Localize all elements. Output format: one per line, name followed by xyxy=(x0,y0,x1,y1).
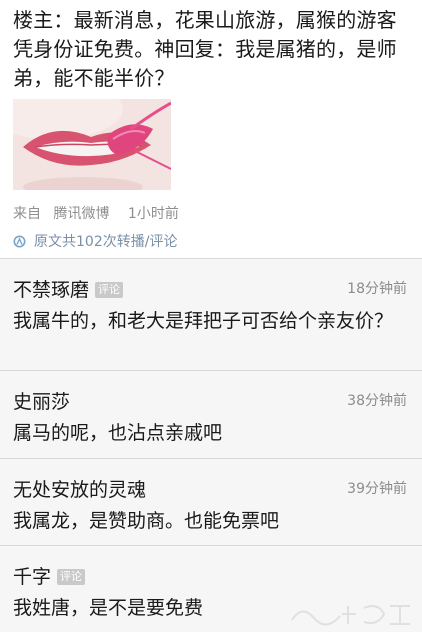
comment-author-name[interactable]: 不禁琢磨 xyxy=(13,279,89,301)
post-card: 楼主：最新消息，花果山旅游，属猴的游客凭身份证免费。神回复：我是属猪的，是师弟，… xyxy=(0,0,422,258)
post-image[interactable] xyxy=(13,99,171,190)
comment-author[interactable]: 史丽莎 xyxy=(13,387,70,414)
post-meta: 来自 腾讯微博 1小时前 xyxy=(13,203,179,223)
comment-author-name[interactable]: 千字 xyxy=(13,566,51,588)
comment-time: 38分钟前 xyxy=(347,393,407,409)
repost-link[interactable]: 原文共102次转播/评论 xyxy=(13,231,177,251)
from-app-link[interactable]: 腾讯微博 xyxy=(53,206,109,222)
comment-author-name[interactable]: 史丽莎 xyxy=(13,391,70,413)
comment-tag-badge: 评论 xyxy=(95,282,124,298)
comment-text: 属马的呢，也沾点亲戚吧 xyxy=(13,422,223,444)
comment-text: 我属龙，是赞助商。也能免票吧 xyxy=(13,510,280,532)
comment-item[interactable]: 史丽莎 38分钟前 属马的呢，也沾点亲戚吧 xyxy=(0,371,422,459)
comment-tag-badge: 评论 xyxy=(57,569,86,585)
comment-time: 39分钟前 xyxy=(347,481,407,497)
comment-item[interactable]: 不禁琢磨 评论 18分钟前 我属牛的，和老大是拜把子可否给个亲友价？ xyxy=(0,259,422,371)
comment-author[interactable]: 不禁琢磨 评论 xyxy=(13,275,124,302)
comment-author[interactable]: 无处安放的灵魂 xyxy=(13,475,146,502)
comment-item[interactable]: 无处安放的灵魂 39分钟前 我属龙，是赞助商。也能免票吧 xyxy=(0,459,422,546)
comment-author-name[interactable]: 无处安放的灵魂 xyxy=(13,479,146,501)
comment-text: 我属牛的，和老大是拜把子可否给个亲友价？ xyxy=(13,310,394,332)
comment-author[interactable]: 千字 评论 xyxy=(13,562,86,589)
repost-text: 原文共102次转播/评论 xyxy=(34,234,178,250)
post-time: 1小时前 xyxy=(127,206,179,222)
weibo-logo-icon xyxy=(13,235,26,247)
from-label: 来自 xyxy=(13,206,41,222)
comment-time: 18分钟前 xyxy=(347,281,407,297)
lips-photo xyxy=(13,99,171,190)
post-text: 楼主：最新消息，花果山旅游，属猴的游客凭身份证免费。神回复：我是属猪的，是师弟，… xyxy=(13,8,397,90)
watermark-logo xyxy=(291,605,410,626)
